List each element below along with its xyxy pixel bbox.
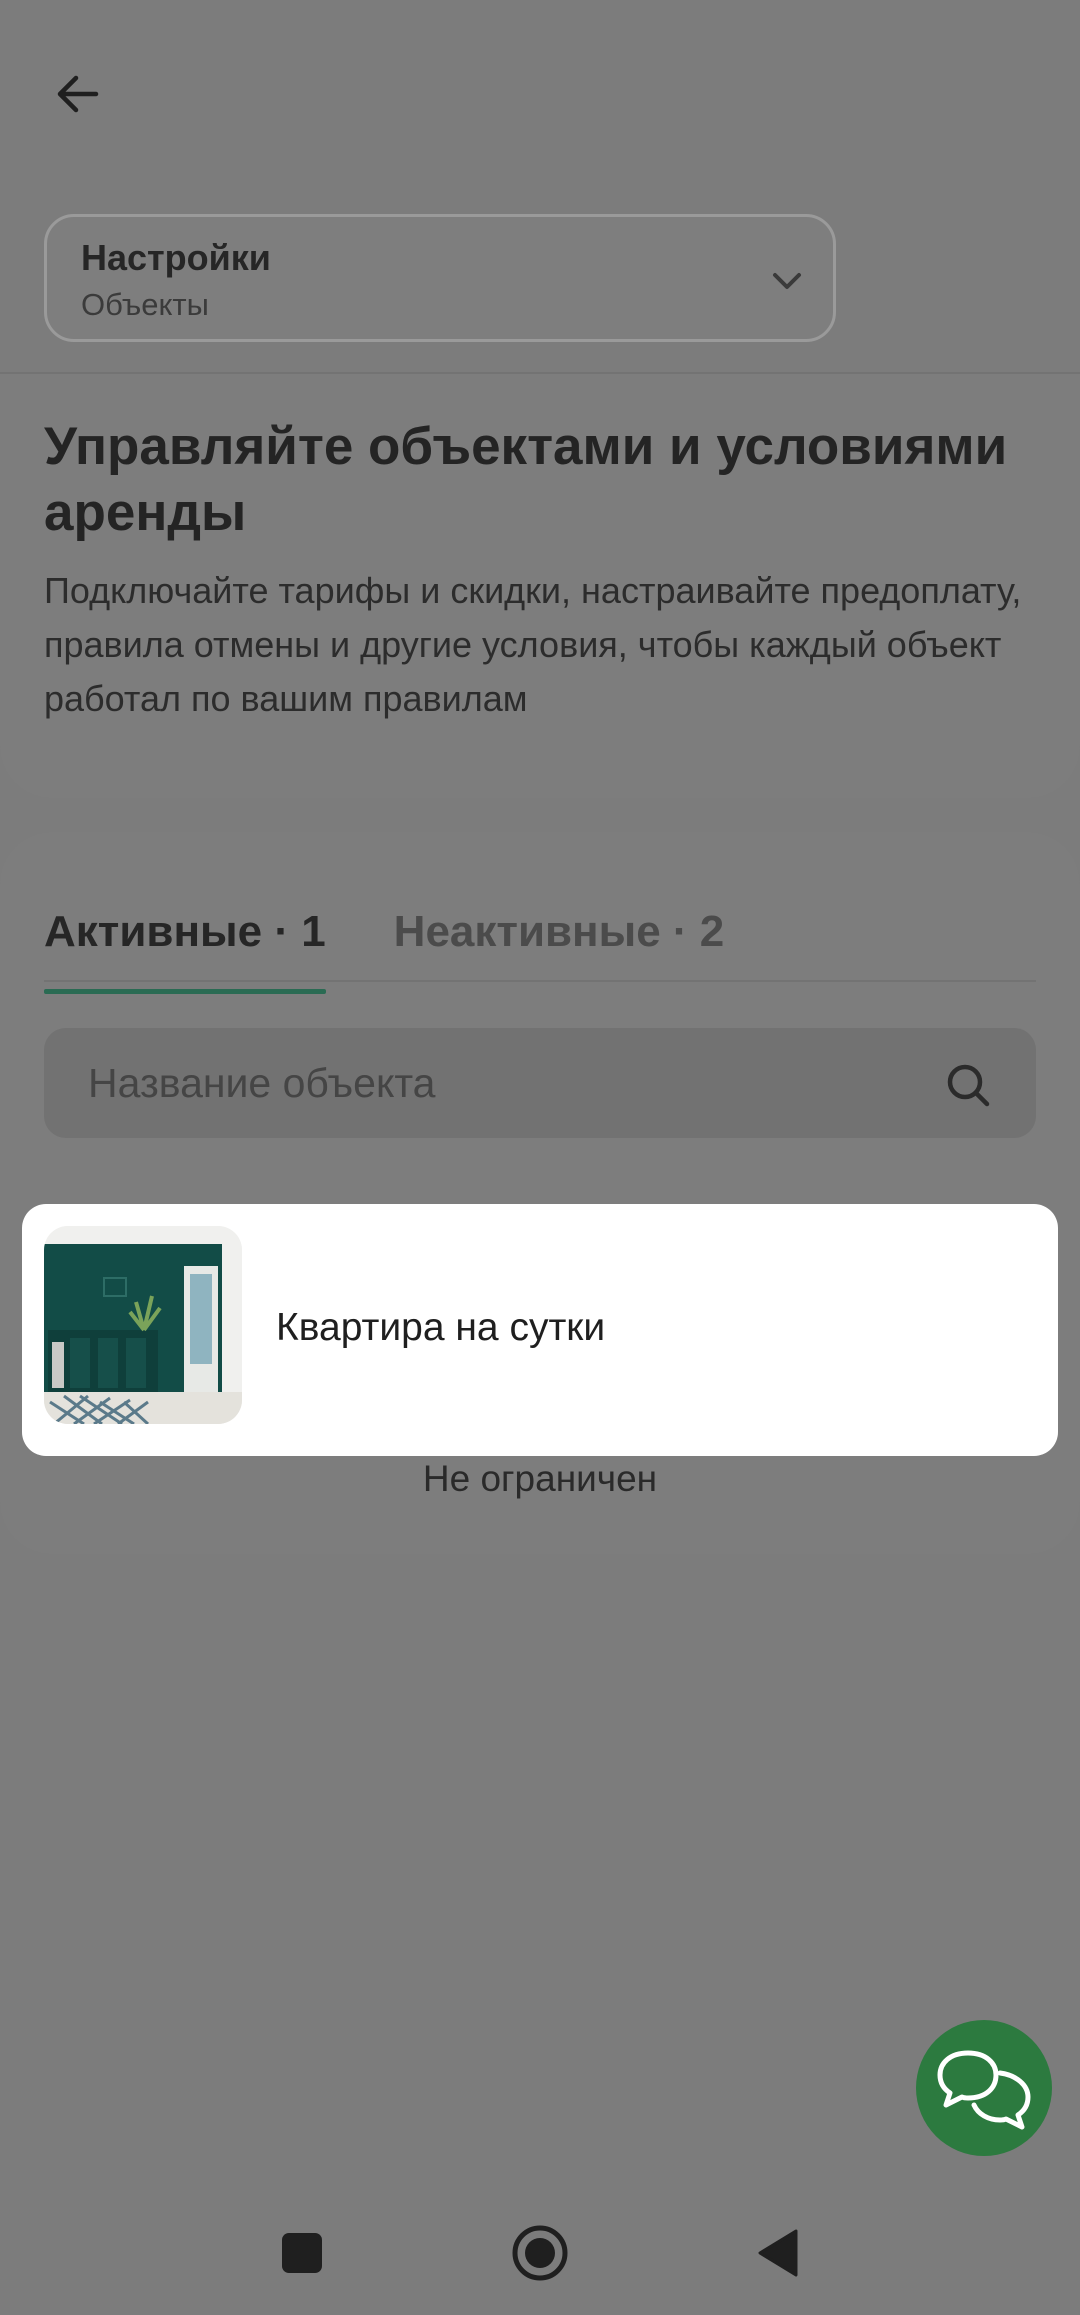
tabs-divider — [44, 980, 1036, 982]
limit-text: Не ограничен — [422, 1458, 658, 1499]
chat-fab[interactable] — [916, 2020, 1052, 2156]
object-name: Квартира на сутки — [276, 1306, 606, 1349]
intro-text: Подключайте тарифы и скидки, настраивайт… — [44, 570, 1022, 719]
search-box — [44, 1028, 1036, 1138]
back-button[interactable] — [42, 58, 114, 130]
intro-card: Управляйте объектами и условиями аренды … — [0, 374, 1080, 798]
home-button[interactable] — [510, 2223, 570, 2283]
back-triangle-icon — [758, 2229, 798, 2277]
recents-button[interactable] — [272, 2223, 332, 2283]
tab-inactive[interactable]: Неактивные · 2 — [394, 892, 725, 972]
intro-title: Управляйте объектами и условиями аренды — [44, 417, 1008, 542]
search-icon[interactable] — [944, 1061, 992, 1109]
selector-subtitle: Объекты — [81, 287, 209, 322]
system-navbar — [0, 2185, 1080, 2315]
chat-bubbles-icon — [937, 2050, 1031, 2130]
arrow-left-icon — [57, 75, 99, 113]
tab-active[interactable]: Активные · 1 — [44, 892, 326, 994]
chevron-down-icon — [773, 273, 801, 289]
tab-active-label: Активные — [44, 907, 263, 956]
selector-title: Настройки — [81, 237, 271, 278]
object-list-item[interactable]: Квартира на сутки — [22, 1204, 1058, 1456]
tabs: Активные · 1 Неактивные · 2 — [44, 892, 725, 994]
tab-inactive-count: · 2 — [672, 907, 725, 956]
tab-inactive-label: Неактивные — [393, 907, 661, 956]
recents-square-icon — [282, 2233, 322, 2273]
system-back-button[interactable] — [748, 2223, 808, 2283]
settings-selector[interactable]: Настройки Объекты — [44, 214, 836, 342]
home-circle-icon — [512, 2225, 568, 2281]
screen: Настройки Объекты Управляйте объектами и… — [0, 0, 1080, 2315]
search-input[interactable] — [44, 1028, 924, 1138]
tab-active-count: · 1 — [274, 907, 326, 956]
apartment-photo — [44, 1226, 242, 1424]
